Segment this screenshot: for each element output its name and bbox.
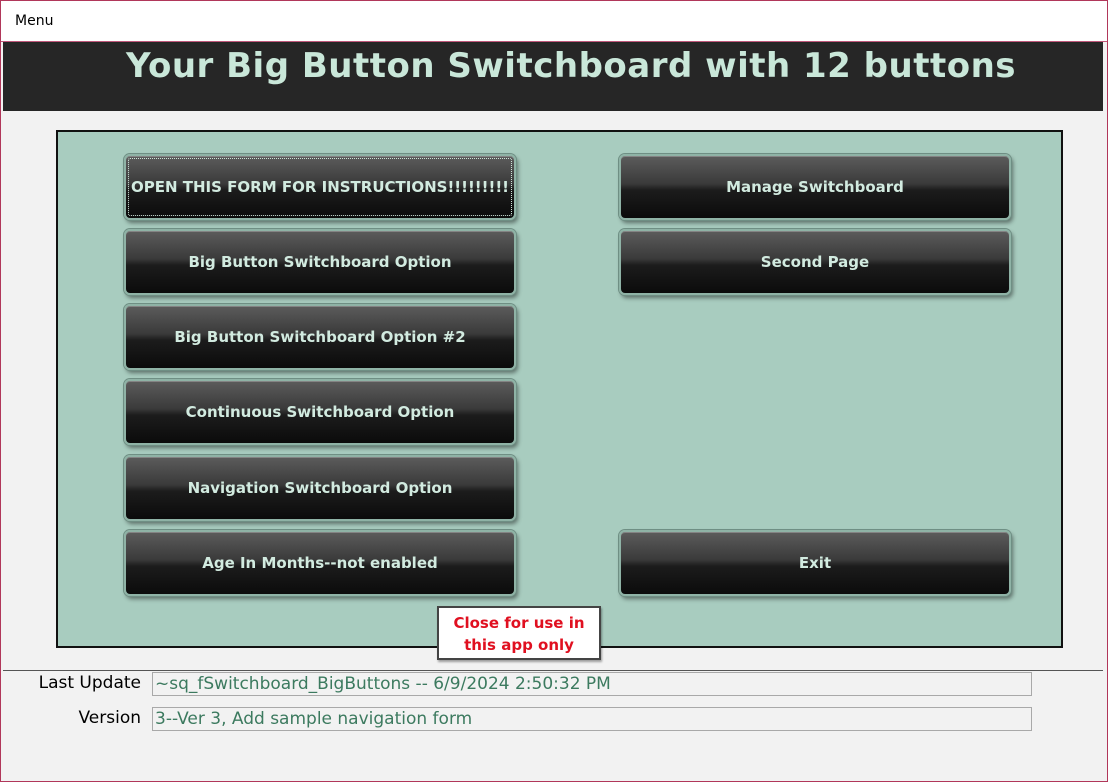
last-update-label: Last Update — [38, 673, 141, 693]
instructions-button[interactable]: OPEN THIS FORM FOR INSTRUCTIONS!!!!!!!!! — [124, 154, 516, 220]
tab-bar: Menu — [1, 1, 1107, 42]
second-page-button[interactable]: Second Page — [619, 229, 1011, 295]
last-update-field[interactable]: ~sq_fSwitchboard_BigButtons -- 6/9/2024 … — [152, 672, 1032, 696]
switchboard-panel: OPEN THIS FORM FOR INSTRUCTIONS!!!!!!!!!… — [56, 130, 1063, 648]
footer-divider — [3, 670, 1103, 671]
version-label: Version — [78, 708, 141, 728]
navigation-switchboard-option-button[interactable]: Navigation Switchboard Option — [124, 455, 516, 521]
close-note-label: Close for use in this app only — [437, 606, 601, 660]
big-button-switchboard-option-button[interactable]: Big Button Switchboard Option — [124, 229, 516, 295]
exit-button[interactable]: Exit — [619, 530, 1011, 596]
big-button-switchboard-option-2-button[interactable]: Big Button Switchboard Option #2 — [124, 304, 516, 370]
window-frame: Menu Your Big Button Switchboard with 12… — [0, 0, 1108, 782]
form-header: Your Big Button Switchboard with 12 butt… — [3, 42, 1103, 111]
age-in-months-button[interactable]: Age In Months--not enabled — [124, 530, 516, 596]
manage-switchboard-button[interactable]: Manage Switchboard — [619, 154, 1011, 220]
page-title: Your Big Button Switchboard with 12 butt… — [125, 46, 1017, 86]
continuous-switchboard-option-button[interactable]: Continuous Switchboard Option — [124, 379, 516, 445]
tab-menu[interactable]: Menu — [15, 13, 53, 29]
version-field[interactable]: 3--Ver 3, Add sample navigation form — [152, 707, 1032, 731]
